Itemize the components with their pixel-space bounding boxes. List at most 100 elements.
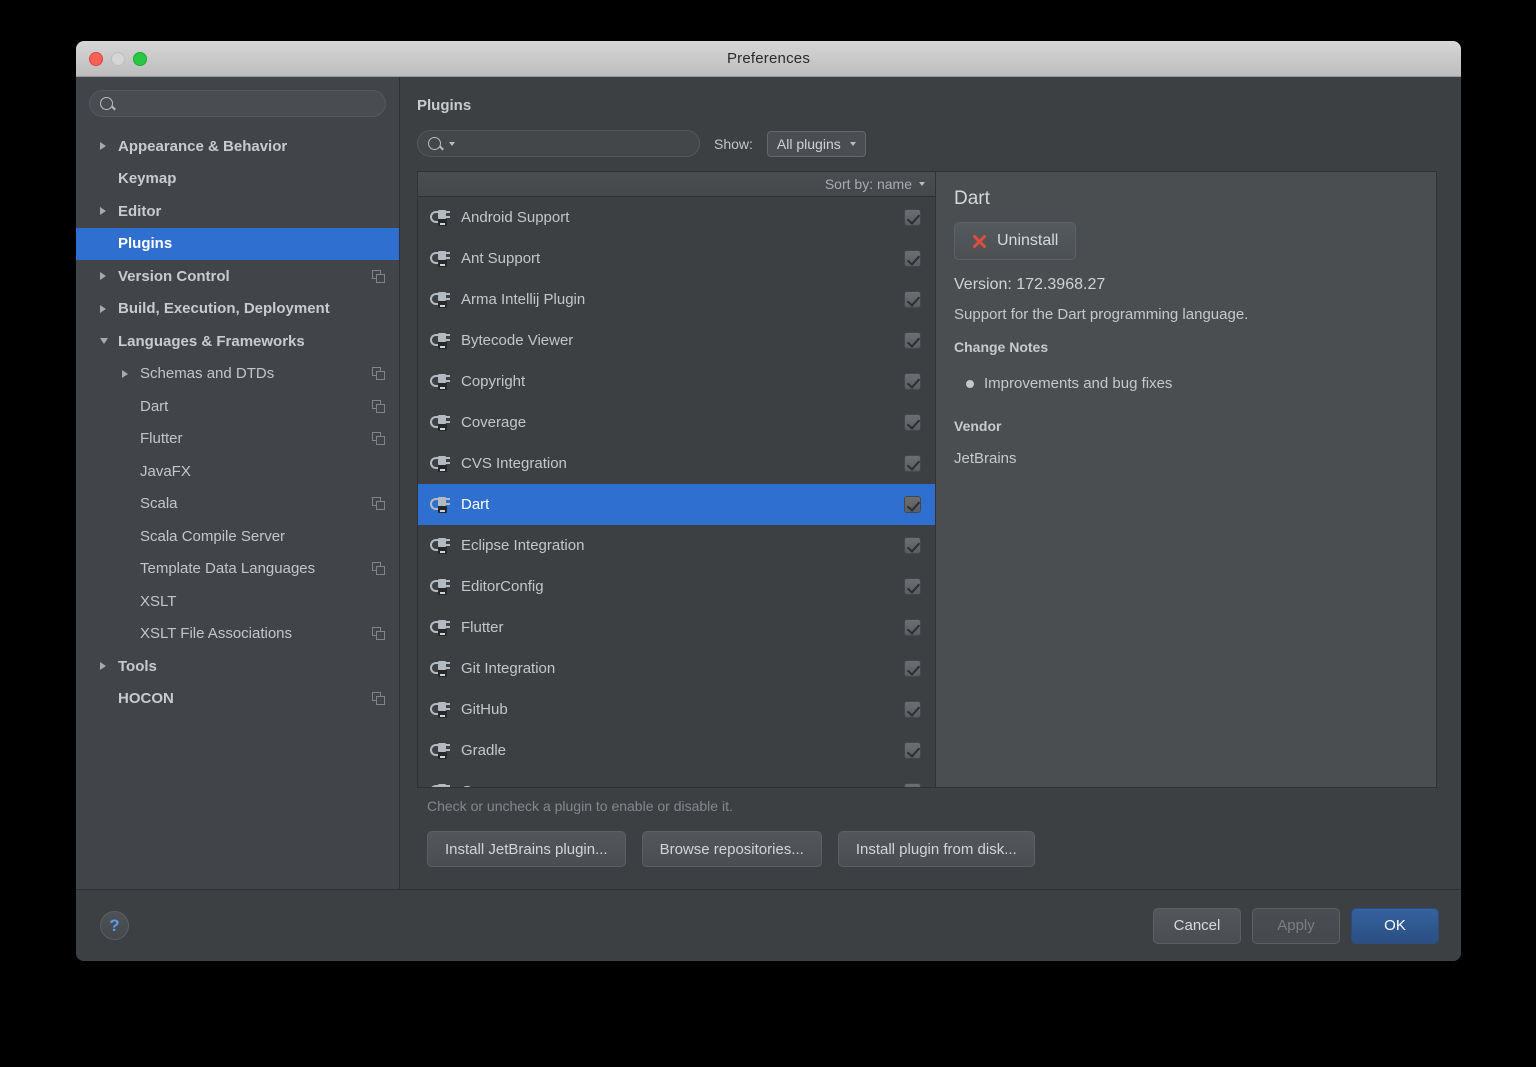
cancel-button[interactable]: Cancel bbox=[1153, 907, 1241, 944]
chevron-right-icon[interactable] bbox=[100, 304, 106, 313]
chevron-right-icon[interactable] bbox=[122, 369, 128, 378]
close-window-button[interactable] bbox=[89, 52, 103, 66]
plugin-row[interactable]: Android Support bbox=[418, 197, 935, 238]
sidebar-item-keymap[interactable]: Keymap bbox=[76, 163, 399, 196]
chevron-right-icon[interactable] bbox=[100, 207, 106, 216]
plugin-row[interactable]: Gradle bbox=[418, 730, 935, 771]
sidebar-item-label: Appearance & Behavior bbox=[118, 137, 288, 155]
settings-sidebar: Appearance & Behavior Keymap Editor Plugins… bbox=[76, 77, 400, 889]
plugin-row[interactable]: GitHub bbox=[418, 689, 935, 730]
sidebar-item-label: Dart bbox=[140, 397, 169, 415]
sidebar-item-scala[interactable]: Scala bbox=[76, 488, 399, 521]
plugin-search-field[interactable] bbox=[417, 130, 700, 157]
browse-repositories-button[interactable]: Browse repositories... bbox=[641, 831, 822, 867]
plugin-enabled-checkbox[interactable] bbox=[904, 332, 921, 349]
sidebar-item-appearance-behavior[interactable]: Appearance & Behavior bbox=[76, 130, 399, 163]
copy-icon[interactable] bbox=[372, 432, 385, 446]
plugin-enabled-checkbox[interactable] bbox=[904, 496, 921, 513]
sidebar-item-label: XSLT File Associations bbox=[140, 625, 293, 643]
chevron-right-icon[interactable] bbox=[100, 662, 106, 671]
copy-icon[interactable] bbox=[372, 562, 385, 576]
plugin-enabled-checkbox[interactable] bbox=[904, 455, 921, 472]
show-filter-dropdown[interactable]: All plugins bbox=[766, 130, 866, 157]
sidebar-item-xslt[interactable]: XSLT bbox=[76, 585, 399, 618]
sidebar-item-flutter[interactable]: Flutter bbox=[76, 423, 399, 456]
plugin-enabled-checkbox[interactable] bbox=[904, 373, 921, 390]
install-jetbrains-plugin-button[interactable]: Install JetBrains plugin... bbox=[427, 831, 626, 867]
sidebar-item-label: Flutter bbox=[140, 430, 183, 448]
sidebar-item-languages-frameworks[interactable]: Languages & Frameworks bbox=[76, 325, 399, 358]
plugin-row[interactable]: Git Integration bbox=[418, 648, 935, 689]
minimize-window-button[interactable] bbox=[111, 52, 125, 66]
plugin-row[interactable]: Flutter bbox=[418, 607, 935, 648]
sidebar-item-template-data-languages[interactable]: Template Data Languages bbox=[76, 553, 399, 586]
plugin-enabled-checkbox[interactable] bbox=[904, 578, 921, 595]
chevron-right-icon[interactable] bbox=[100, 142, 106, 151]
ok-button[interactable]: OK bbox=[1351, 907, 1439, 944]
sidebar-item-editor[interactable]: Editor bbox=[76, 195, 399, 228]
plugin-search-input[interactable] bbox=[461, 135, 689, 152]
sidebar-item-label: Tools bbox=[118, 657, 157, 675]
apply-button[interactable]: Apply bbox=[1252, 907, 1340, 944]
copy-icon[interactable] bbox=[372, 627, 385, 641]
plugin-row[interactable]: Dart bbox=[418, 484, 935, 525]
uninstall-button[interactable]: Uninstall bbox=[954, 222, 1077, 260]
copy-icon[interactable] bbox=[372, 692, 385, 706]
plugin-enabled-checkbox[interactable] bbox=[904, 414, 921, 431]
help-button[interactable]: ? bbox=[100, 911, 129, 940]
plugins-split: Sort by: name Android Support Ant Support… bbox=[417, 171, 1437, 788]
sidebar-item-dart[interactable]: Dart bbox=[76, 390, 399, 423]
window-titlebar: Preferences bbox=[76, 41, 1461, 77]
plugin-enabled-checkbox[interactable] bbox=[904, 250, 921, 267]
sidebar-item-version-control[interactable]: Version Control bbox=[76, 260, 399, 293]
uninstall-label: Uninstall bbox=[997, 232, 1059, 249]
chevron-right-icon[interactable] bbox=[100, 272, 106, 281]
plugin-row[interactable]: CVS Integration bbox=[418, 443, 935, 484]
copy-icon[interactable] bbox=[372, 269, 385, 283]
sidebar-search-input[interactable] bbox=[119, 95, 375, 112]
sidebar-item-build-execution-deployment[interactable]: Build, Execution, Deployment bbox=[76, 293, 399, 326]
sidebar-item-hocon[interactable]: HOCON bbox=[76, 683, 399, 716]
plugin-row[interactable]: Bytecode Viewer bbox=[418, 320, 935, 361]
chevron-down-icon[interactable] bbox=[100, 338, 108, 345]
plugin-name: Coverage bbox=[461, 414, 527, 431]
plugin-row[interactable]: Copyright bbox=[418, 361, 935, 402]
sidebar-item-label: Keymap bbox=[118, 170, 177, 188]
sidebar-item-label: HOCON bbox=[118, 690, 174, 708]
plugin-name: Dart bbox=[461, 496, 490, 513]
sidebar-item-schemas-and-dtds[interactable]: Schemas and DTDs bbox=[76, 358, 399, 391]
plugin-row[interactable]: Coverage bbox=[418, 402, 935, 443]
sidebar-search-field[interactable] bbox=[89, 90, 386, 117]
chevron-down-icon bbox=[849, 141, 856, 146]
plugin-enabled-checkbox[interactable] bbox=[904, 209, 921, 226]
plugin-enabled-checkbox[interactable] bbox=[904, 619, 921, 636]
plugin-row[interactable]: Ant Support bbox=[418, 238, 935, 279]
sidebar-item-label: Scala Compile Server bbox=[140, 527, 286, 545]
sidebar-item-javafx[interactable]: JavaFX bbox=[76, 455, 399, 488]
install-plugin-from-disk-button[interactable]: Install plugin from disk... bbox=[837, 831, 1035, 867]
window-body: Appearance & Behavior Keymap Editor Plugins… bbox=[76, 77, 1461, 961]
sidebar-item-plugins[interactable]: Plugins bbox=[76, 227, 399, 260]
plugin-row[interactable]: Groovy bbox=[418, 771, 935, 787]
plugin-row[interactable]: EditorConfig bbox=[418, 566, 935, 607]
plugin-row[interactable]: Eclipse Integration bbox=[418, 525, 935, 566]
search-filter-icon[interactable] bbox=[428, 137, 455, 150]
copy-icon[interactable] bbox=[372, 497, 385, 511]
change-notes-text: Improvements and bug fixes bbox=[984, 375, 1173, 392]
plugin-list[interactable]: Android Support Ant Support Arma Intellij … bbox=[417, 196, 936, 788]
plugin-enabled-checkbox[interactable] bbox=[904, 742, 921, 759]
sidebar-item-scala-compile-server[interactable]: Scala Compile Server bbox=[76, 520, 399, 553]
plugin-enabled-checkbox[interactable] bbox=[904, 660, 921, 677]
plugin-details-panel: Dart Uninstall Version: 172.3968.27 Supp… bbox=[936, 171, 1437, 788]
copy-icon[interactable] bbox=[372, 399, 385, 413]
plugin-plug-icon bbox=[430, 331, 450, 350]
zoom-window-button[interactable] bbox=[133, 52, 147, 66]
plugin-enabled-checkbox[interactable] bbox=[904, 701, 921, 718]
plugin-enabled-checkbox[interactable] bbox=[904, 291, 921, 308]
sidebar-item-xslt-file-associations[interactable]: XSLT File Associations bbox=[76, 618, 399, 651]
sidebar-item-tools[interactable]: Tools bbox=[76, 650, 399, 683]
copy-icon[interactable] bbox=[372, 367, 385, 381]
plugin-row[interactable]: Arma Intellij Plugin bbox=[418, 279, 935, 320]
sort-header[interactable]: Sort by: name bbox=[417, 171, 936, 196]
plugin-enabled-checkbox[interactable] bbox=[904, 537, 921, 554]
